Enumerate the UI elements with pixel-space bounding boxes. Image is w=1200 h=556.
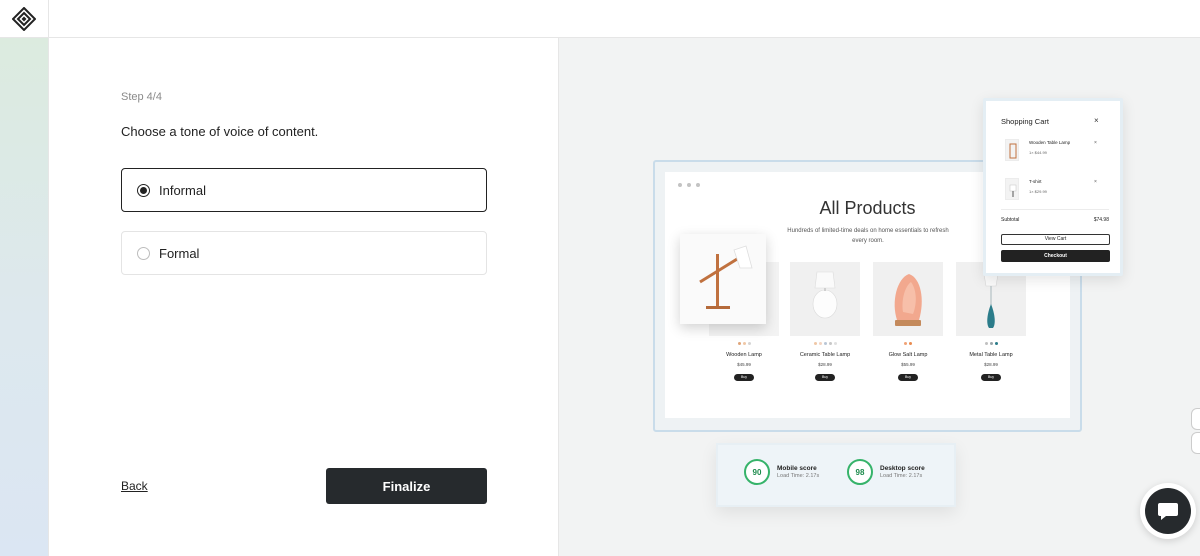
page-subtitle: Hundreds of limited-time deals on home e… [787, 228, 949, 244]
radio-button[interactable] [137, 183, 150, 197]
chat-button[interactable] [1140, 483, 1196, 539]
subtotal-label: Subtotal [1001, 217, 1020, 223]
score-ring: 98 [847, 459, 873, 485]
logo[interactable] [0, 0, 49, 38]
cart-title: Shopping Cart [1001, 117, 1049, 126]
item-name: Wooden Table Lamp [1029, 140, 1071, 145]
cart-item: T-shirt 1× $29.99 × [1001, 178, 1109, 204]
remove-item-icon[interactable]: × [1094, 140, 1097, 146]
chat-button-inner [1145, 488, 1191, 534]
product-price: $45.99 [737, 362, 751, 367]
item-thumbnail [1005, 139, 1019, 161]
desktop-score: 98 Desktop score Load Time: 2.17s [847, 459, 925, 485]
product-price: $28.99 [818, 362, 832, 367]
close-icon[interactable]: × [1094, 116, 1099, 125]
score-label: Mobile score [777, 465, 817, 472]
product-price: $28.99 [984, 362, 998, 367]
salt-lamp-icon [894, 274, 922, 326]
chat-bubble-icon [1158, 503, 1178, 520]
load-time: Load Time: 2.17s [777, 473, 820, 479]
option-label: Formal [159, 245, 200, 261]
question-title: Choose a tone of voice of content. [121, 124, 319, 139]
product-name: Glow Salt Lamp [888, 352, 928, 358]
color-swatches [956, 342, 1026, 346]
item-price: 1× $29.99 [1029, 189, 1047, 194]
wooden-lamp-icon [699, 245, 753, 309]
option-formal[interactable]: Formal [121, 231, 487, 275]
side-tab-handle[interactable] [1191, 432, 1200, 454]
product-name: Wooden Lamp [726, 352, 762, 358]
ceramic-lamp-icon [812, 271, 838, 319]
item-thumbnail [1005, 178, 1019, 200]
product-card[interactable]: Ceramic Table Lamp $28.99 Buy [790, 262, 860, 381]
subtotal-value: $74.98 [1093, 217, 1109, 223]
side-tab-handle[interactable] [1191, 408, 1200, 430]
diamond-logo-icon [12, 7, 36, 31]
website-preview: All Products Hundreds of limited-time de… [559, 38, 1200, 556]
product-image [873, 262, 943, 336]
score-ring: 90 [744, 459, 770, 485]
color-swatches [709, 342, 779, 346]
back-link[interactable]: Back [121, 479, 148, 493]
radio-dot [140, 186, 147, 194]
color-swatches [790, 342, 860, 346]
mobile-score: 90 Mobile score Load Time: 2.17s [744, 459, 819, 485]
window-dots [678, 183, 700, 187]
side-strip [0, 38, 49, 556]
cart-item: Wooden Table Lamp 1× $44.99 × [1001, 139, 1109, 165]
subtotal-row: Subtotal $74.98 [1001, 217, 1109, 223]
color-swatches [873, 342, 943, 346]
buy-button[interactable]: Buy [898, 374, 918, 381]
finalize-button[interactable]: Finalize [326, 468, 487, 504]
remove-item-icon[interactable]: × [1094, 179, 1097, 185]
item-price: 1× $44.99 [1029, 150, 1047, 155]
shopping-cart-popup: Shopping Cart × Wooden Table Lamp 1× $44… [983, 98, 1123, 276]
option-informal[interactable]: Informal [121, 168, 487, 212]
load-time: Load Time: 2.17s [880, 473, 923, 479]
checkout-button[interactable]: Checkout [1001, 250, 1110, 262]
product-card[interactable]: Glow Salt Lamp $55.99 Buy [873, 262, 943, 381]
top-bar [0, 0, 1200, 38]
step-indicator: Step 4/4 [121, 91, 162, 103]
product-name: Ceramic Table Lamp [799, 352, 851, 358]
buy-button[interactable]: Buy [981, 374, 1001, 381]
featured-product-image [680, 234, 766, 324]
product-card[interactable]: Metal Table Lamp $28.99 Buy [956, 262, 1026, 381]
view-cart-button[interactable]: View Cart [1001, 234, 1110, 245]
radio-button[interactable] [137, 246, 150, 260]
score-label: Desktop score [880, 465, 925, 472]
product-image [790, 262, 860, 336]
performance-scores: 90 Mobile score Load Time: 2.17s 98 Desk… [716, 443, 956, 507]
divider [1001, 209, 1109, 210]
product-name: Metal Table Lamp [969, 352, 1013, 358]
option-label: Informal [159, 182, 206, 198]
product-price: $55.99 [901, 362, 915, 367]
buy-button[interactable]: Buy [734, 374, 754, 381]
item-name: T-shirt [1029, 179, 1042, 184]
wizard-form: Step 4/4 Choose a tone of voice of conte… [49, 38, 559, 556]
buy-button[interactable]: Buy [815, 374, 835, 381]
